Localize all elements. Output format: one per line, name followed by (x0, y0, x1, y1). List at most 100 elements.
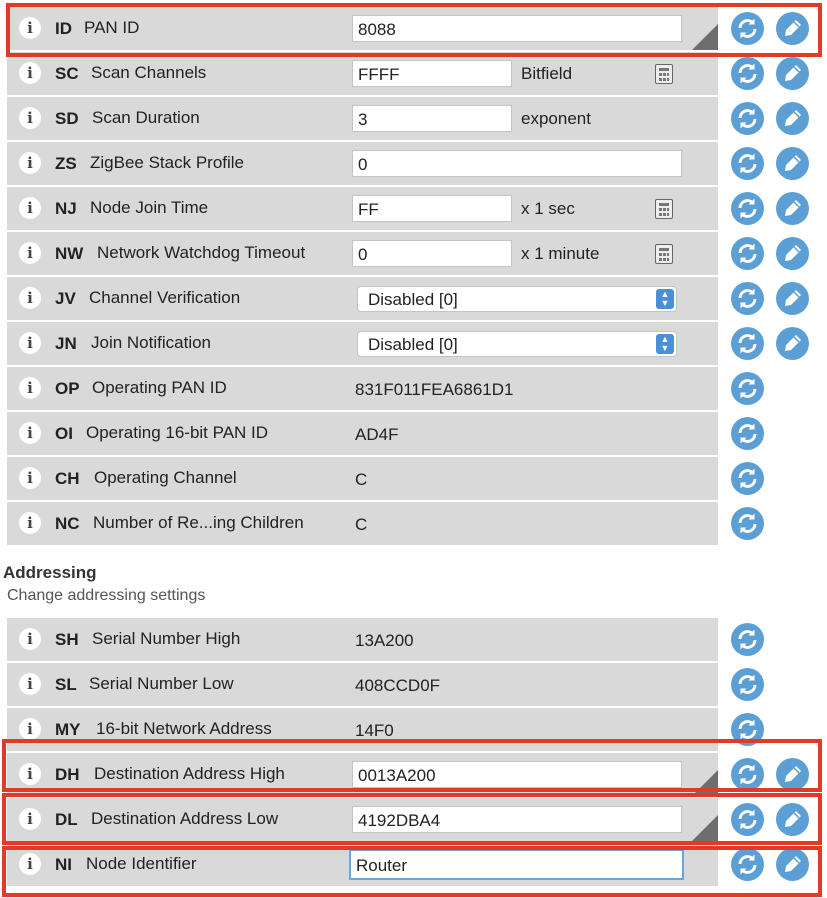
pencil-icon[interactable] (776, 147, 809, 180)
setting-code: ZS (55, 154, 77, 173)
setting-code: NJ (55, 199, 77, 218)
setting-value: 408CCD0F (355, 676, 441, 695)
setting-code: DH (55, 765, 80, 784)
info-icon[interactable]: i (19, 673, 41, 695)
refresh-icon[interactable] (731, 102, 764, 135)
info-icon[interactable]: i (19, 197, 41, 219)
refresh-icon[interactable] (731, 372, 764, 405)
refresh-icon[interactable] (731, 758, 764, 791)
resize-corner (692, 770, 718, 796)
setting-value: AD4F (355, 425, 399, 444)
setting-value: C (355, 470, 368, 489)
setting-code: OI (55, 424, 73, 443)
pencil-icon[interactable] (776, 57, 809, 90)
info-icon[interactable]: i (19, 808, 41, 830)
pencil-icon[interactable] (776, 848, 809, 881)
pencil-icon[interactable] (776, 758, 809, 791)
scan-channels-input[interactable] (352, 60, 512, 87)
destination-high-input[interactable] (352, 761, 682, 788)
setting-code: DL (55, 810, 78, 829)
setting-label: 16-bit Network Address (96, 719, 272, 738)
setting-row-jv: i JV Channel Verification Disabled [0] ▲… (7, 277, 718, 320)
node-join-time-input[interactable] (352, 195, 512, 222)
setting-row-sh: i SH Serial Number High 13A200 (7, 618, 718, 661)
setting-label: Node Join Time (90, 198, 209, 217)
refresh-icon[interactable] (731, 417, 764, 450)
pencil-icon[interactable] (776, 192, 809, 225)
setting-value: C (355, 515, 368, 534)
setting-code: CH (55, 469, 80, 488)
refresh-icon[interactable] (731, 803, 764, 836)
info-icon[interactable]: i (19, 467, 41, 489)
refresh-icon[interactable] (731, 668, 764, 701)
select-value: Disabled [0] (368, 335, 458, 354)
pencil-icon[interactable] (776, 327, 809, 360)
pencil-icon[interactable] (776, 282, 809, 315)
calculator-icon[interactable] (655, 199, 673, 219)
calculator-icon[interactable] (655, 244, 673, 264)
pencil-icon[interactable] (776, 237, 809, 270)
node-identifier-input[interactable] (349, 849, 684, 880)
destination-low-input[interactable] (352, 806, 682, 833)
zigbee-stack-profile-input[interactable] (352, 150, 682, 177)
network-watchdog-input[interactable] (352, 240, 512, 267)
refresh-icon[interactable] (731, 12, 764, 45)
info-icon[interactable]: i (19, 152, 41, 174)
setting-label: Serial Number Low (89, 674, 234, 693)
info-icon[interactable]: i (19, 628, 41, 650)
info-icon[interactable]: i (19, 763, 41, 785)
scan-duration-input[interactable] (352, 105, 512, 132)
refresh-icon[interactable] (731, 623, 764, 656)
info-icon[interactable]: i (19, 107, 41, 129)
info-icon[interactable]: i (19, 377, 41, 399)
setting-code: ID (55, 19, 72, 38)
info-icon[interactable]: i (19, 287, 41, 309)
refresh-icon[interactable] (731, 848, 764, 881)
setting-value: 831F011FEA6861D1 (355, 380, 514, 399)
refresh-icon[interactable] (731, 237, 764, 270)
info-icon[interactable]: i (19, 17, 41, 39)
setting-row-ni: i NI Node Identifier (7, 843, 718, 886)
calculator-icon[interactable] (655, 64, 673, 84)
setting-label: Operating PAN ID (92, 378, 227, 397)
updown-arrows-icon: ▲ ▼ (656, 289, 674, 309)
setting-code: SC (55, 64, 79, 83)
refresh-icon[interactable] (731, 713, 764, 746)
setting-row-dl: i DL Destination Address Low (7, 798, 718, 841)
pencil-icon[interactable] (776, 102, 809, 135)
setting-code: NC (55, 514, 80, 533)
info-icon[interactable]: i (19, 242, 41, 264)
refresh-icon[interactable] (731, 57, 764, 90)
refresh-icon[interactable] (731, 282, 764, 315)
setting-row-sc: i SC Scan Channels Bitfield (7, 52, 718, 95)
setting-row-nw: i NW Network Watchdog Timeout x 1 minute (7, 232, 718, 275)
info-icon[interactable]: i (19, 512, 41, 534)
setting-label: Destination Address High (94, 764, 285, 783)
refresh-icon[interactable] (731, 147, 764, 180)
refresh-icon[interactable] (731, 462, 764, 495)
setting-row-nj: i NJ Node Join Time x 1 sec (7, 187, 718, 230)
resize-corner (692, 815, 718, 841)
channel-verification-select[interactable]: Disabled [0] ▲ ▼ (357, 286, 677, 312)
refresh-icon[interactable] (731, 192, 764, 225)
setting-row-oi: i OI Operating 16-bit PAN ID AD4F (7, 412, 718, 455)
unit-label: exponent (521, 109, 591, 128)
info-icon[interactable]: i (19, 62, 41, 84)
pan-id-input[interactable] (352, 15, 682, 42)
setting-code: SL (55, 675, 77, 694)
refresh-icon[interactable] (731, 507, 764, 540)
setting-row-my: i MY 16-bit Network Address 14F0 (7, 708, 718, 751)
info-icon[interactable]: i (19, 853, 41, 875)
pencil-icon[interactable] (776, 12, 809, 45)
setting-row-jn: i JN Join Notification Disabled [0] ▲ ▼ (7, 322, 718, 365)
refresh-icon[interactable] (731, 327, 764, 360)
info-icon[interactable]: i (19, 422, 41, 444)
setting-label: Operating 16-bit PAN ID (86, 423, 269, 442)
setting-label: Number of Re...ing Children (93, 513, 304, 532)
info-icon[interactable]: i (19, 332, 41, 354)
unit-label: Bitfield (521, 64, 573, 83)
join-notification-select[interactable]: Disabled [0] ▲ ▼ (357, 331, 677, 357)
setting-code: JV (55, 289, 76, 308)
info-icon[interactable]: i (19, 718, 41, 740)
pencil-icon[interactable] (776, 803, 809, 836)
